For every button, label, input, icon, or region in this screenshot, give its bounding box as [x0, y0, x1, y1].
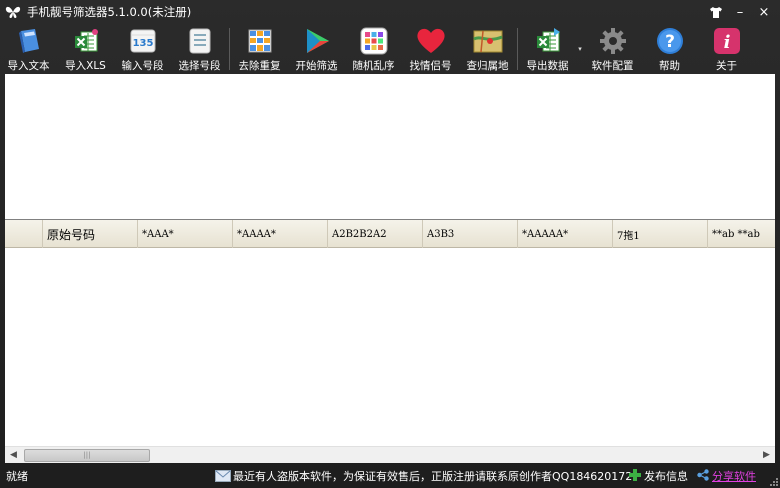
close-button[interactable]: ×	[754, 3, 774, 21]
lookup-location-button[interactable]: 查归属地	[459, 24, 516, 74]
import-text-button[interactable]: 导入文本	[0, 24, 57, 74]
minimize-button[interactable]: –	[730, 3, 750, 21]
list-select-icon	[185, 26, 215, 56]
dedupe-grid-icon	[245, 26, 275, 56]
excel-icon	[71, 26, 101, 56]
book-icon	[14, 26, 44, 56]
input-panel[interactable]	[5, 74, 775, 219]
svg-text:135: 135	[132, 38, 153, 49]
shuffle-tiles-icon	[359, 26, 389, 56]
column-header-aaaaa[interactable]: *AAAAA*	[518, 220, 613, 248]
column-header-a2b2b2a2[interactable]: A2B2B2A2	[328, 220, 423, 248]
settings-label: 软件配置	[591, 60, 634, 72]
play-icon	[302, 26, 332, 56]
horizontal-scrollbar[interactable]: ◀ ||| ▶	[5, 446, 775, 463]
map-icon	[472, 26, 503, 56]
skin-button[interactable]	[706, 3, 726, 21]
export-dropdown-arrow[interactable]: ▾	[576, 24, 584, 74]
start-filter-button[interactable]: 开始筛选	[288, 24, 345, 74]
import-text-label: 导入文本	[7, 60, 50, 72]
toolbar-separator	[229, 28, 230, 70]
select-prefix-button[interactable]: 选择号段	[171, 24, 228, 74]
status-bar: 就绪 最近有人盗版本软件，为保证有效售后，正版注册请联系原创作者QQ184620…	[0, 463, 780, 488]
shuffle-label: 随机乱序	[352, 60, 395, 72]
help-label: 帮助	[659, 60, 680, 72]
toolbar-separator	[517, 28, 518, 70]
status-text: 就绪	[6, 469, 28, 483]
number-prefix-icon: 135	[128, 26, 158, 56]
mail-icon	[215, 469, 231, 483]
column-header-7-drag-1[interactable]: 7拖1	[613, 220, 708, 248]
piracy-notice[interactable]: 最近有人盗版本软件，为保证有效售后，正版注册请联系原创作者QQ184620172	[215, 468, 632, 484]
row-indicator-header[interactable]	[5, 220, 43, 248]
scroll-track[interactable]: |||	[22, 447, 758, 464]
select-prefix-label: 选择号段	[178, 60, 221, 72]
column-header-aaa[interactable]: *AAA*	[138, 220, 233, 248]
input-prefix-label: 输入号段	[121, 60, 164, 72]
toolbar: 导入文本 导入XLS 135 输入号段 选择号段 去除重复 开始筛选 随机乱序 …	[0, 24, 780, 74]
share-software-label: 分享软件	[712, 470, 756, 483]
plus-icon	[629, 468, 641, 484]
resize-grip-icon[interactable]	[768, 476, 778, 486]
heart-icon	[416, 26, 446, 56]
svg-text:?: ?	[665, 32, 675, 52]
help-icon: ?	[655, 26, 685, 56]
title-bar: 手机靓号筛选器5.1.0.0(未注册) – ×	[0, 0, 780, 24]
export-data-label: 导出数据	[526, 60, 569, 72]
share-software-link[interactable]: 分享软件	[697, 468, 756, 484]
app-window: 手机靓号筛选器5.1.0.0(未注册) – × 导入文本 导入XLS 135 输…	[0, 0, 780, 488]
column-header-aaaa[interactable]: *AAAA*	[233, 220, 328, 248]
dedupe-label: 去除重复	[238, 60, 281, 72]
column-header-a3b3[interactable]: A3B3	[423, 220, 518, 248]
lookup-location-label: 查归属地	[466, 60, 509, 72]
input-prefix-button[interactable]: 135 输入号段	[114, 24, 171, 74]
couple-number-button[interactable]: 找情侣号	[402, 24, 459, 74]
notice-text: 最近有人盗版本软件，为保证有效售后，正版注册请联系原创作者QQ184620172	[233, 470, 633, 483]
export-data-button[interactable]: 导出数据	[519, 24, 576, 74]
svg-text:i: i	[723, 32, 730, 53]
publish-info-link[interactable]: 发布信息	[629, 468, 688, 484]
butterfly-logo-icon	[5, 4, 21, 20]
window-controls: – ×	[706, 3, 774, 21]
share-icon	[697, 468, 709, 484]
start-filter-label: 开始筛选	[295, 60, 338, 72]
couple-number-label: 找情侣号	[409, 60, 452, 72]
publish-info-label: 发布信息	[644, 470, 688, 483]
import-xls-label: 导入XLS	[65, 60, 106, 72]
scroll-thumb[interactable]: |||	[24, 448, 150, 462]
settings-button[interactable]: 软件配置	[584, 24, 641, 74]
about-label: 关于	[716, 60, 737, 72]
grid-header: 原始号码 *AAA* *AAAA* A2B2B2A2 A3B3 *AAAAA* …	[5, 220, 775, 248]
dedupe-button[interactable]: 去除重复	[231, 24, 288, 74]
about-button[interactable]: i 关于	[698, 24, 755, 74]
help-button[interactable]: ? 帮助	[641, 24, 698, 74]
info-icon: i	[712, 26, 742, 56]
scroll-right-icon[interactable]: ▶	[758, 447, 775, 464]
import-xls-button[interactable]: 导入XLS	[57, 24, 114, 74]
window-title: 手机靓号筛选器5.1.0.0(未注册)	[27, 5, 192, 19]
column-header-abab[interactable]: **ab **ab	[708, 220, 775, 248]
export-excel-icon	[533, 26, 563, 56]
shuffle-button[interactable]: 随机乱序	[345, 24, 402, 74]
results-grid[interactable]: 原始号码 *AAA* *AAAA* A2B2B2A2 A3B3 *AAAAA* …	[5, 219, 775, 463]
scroll-left-icon[interactable]: ◀	[5, 447, 22, 464]
column-header-original-number[interactable]: 原始号码	[43, 220, 138, 248]
gear-icon	[598, 26, 628, 56]
